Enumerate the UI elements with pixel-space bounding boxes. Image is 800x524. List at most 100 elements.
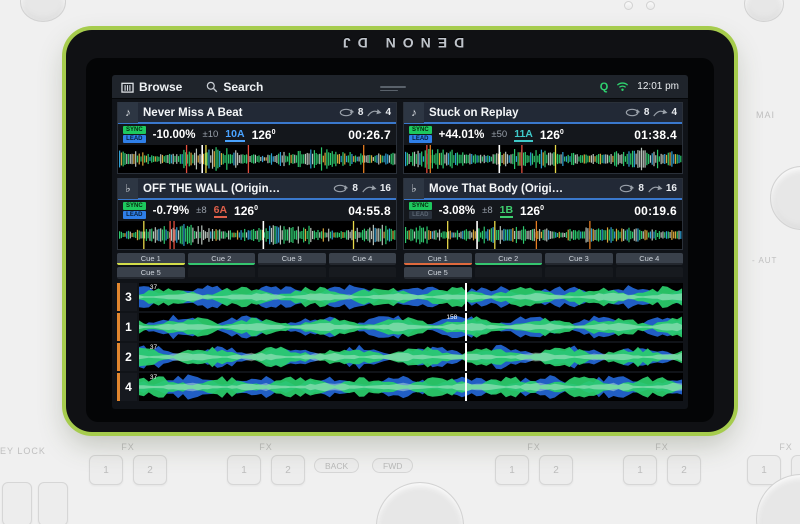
time-readout[interactable]: 00:26.7: [348, 128, 391, 142]
track-title: OFF THE WALL (Origin…: [143, 182, 281, 195]
deck-number-badge[interactable]: 2: [117, 343, 137, 371]
track-waveform-strip[interactable]: [404, 221, 682, 249]
cue-banks: Cue 1 Cue 2 Cue 3 Cue 4 Cue 5 Cue 1 Cue …: [112, 253, 688, 279]
pitch-range[interactable]: ±10: [203, 129, 219, 140]
time-readout[interactable]: 04:55.8: [348, 204, 391, 218]
sync-badge[interactable]: SYNC: [409, 126, 432, 134]
tempo-readout: -3.08%: [438, 204, 476, 217]
deck-number-badge[interactable]: 4: [117, 373, 137, 401]
beat-marker-label: 158: [446, 314, 458, 321]
cue-slot-empty: [545, 267, 613, 279]
fwd-button: FWD: [372, 458, 414, 473]
deck-number-badge[interactable]: 1: [117, 313, 137, 341]
fx-label: FX: [259, 442, 273, 452]
source-note-icon: ♭: [404, 178, 424, 199]
lead-badge[interactable]: LEAD: [123, 211, 146, 219]
beat-jump-icon[interactable]: [647, 184, 663, 193]
sync-badge[interactable]: SYNC: [409, 202, 432, 210]
deck-header[interactable]: ♪ Never Miss A Beat 8 4: [118, 102, 396, 124]
key-readout[interactable]: 6A: [213, 204, 228, 218]
wifi-icon: [617, 82, 629, 91]
deck-header[interactable]: ♪ Stuck on Replay 8 4: [404, 102, 682, 124]
sync-badge[interactable]: SYNC: [123, 126, 146, 134]
beat-jump-length: 16: [665, 183, 677, 194]
cue-button[interactable]: Cue 1: [404, 253, 472, 265]
hardware-knob: [646, 1, 655, 10]
loop-jump-cluster: 8 4: [339, 107, 391, 118]
sync-badge[interactable]: SYNC: [123, 202, 146, 210]
panel-handle-icon[interactable]: [380, 84, 406, 93]
top-bar: Browse Search Q 12:01 pm: [112, 75, 688, 99]
pitch-range[interactable]: ±8: [196, 205, 207, 216]
cue-slot-empty: [258, 267, 326, 279]
overview-waveform[interactable]: 37: [139, 343, 683, 371]
browse-label: Browse: [139, 79, 183, 94]
deck-header[interactable]: ♭ OFF THE WALL (Origin… 8 16: [118, 178, 396, 200]
fx-button-2: 2: [667, 455, 701, 485]
cue-button[interactable]: Cue 3: [258, 253, 326, 265]
quantize-indicator[interactable]: Q: [600, 81, 609, 93]
beat-jump-icon[interactable]: [366, 108, 382, 117]
bpm-readout: 126 0: [539, 127, 564, 142]
bpm-readout: 126 0: [234, 203, 258, 218]
deck-number-badge[interactable]: 3: [117, 283, 137, 311]
lead-badge[interactable]: LEAD: [409, 135, 432, 143]
browse-button[interactable]: Browse: [121, 80, 182, 94]
pitch-range[interactable]: ±8: [482, 205, 493, 216]
cue-bank-left: Cue 1 Cue 2 Cue 3 Cue 4 Cue 5: [117, 253, 396, 279]
playhead: [465, 313, 468, 341]
fx-group-3: FX 1 2: [492, 442, 576, 485]
track-title: Move That Body (Origi…: [429, 182, 564, 195]
cue-button[interactable]: Cue 2: [474, 253, 542, 265]
fx-button-2: 2: [791, 455, 800, 485]
track-waveform-strip[interactable]: [404, 145, 682, 173]
hardware-button: [38, 482, 68, 524]
loop-length: 8: [357, 107, 364, 118]
lead-badge[interactable]: LEAD: [409, 211, 432, 219]
search-button[interactable]: Search: [206, 80, 263, 94]
fx-group-2: FX 1 2: [224, 442, 308, 485]
cue-button[interactable]: Cue 4: [328, 253, 396, 265]
loop-icon[interactable]: [339, 108, 355, 117]
beat-jump-length: 4: [385, 107, 391, 118]
key-lock-label: EY LOCK: [0, 446, 46, 456]
key-readout[interactable]: 10A: [225, 128, 245, 142]
track-waveform-strip[interactable]: [118, 145, 396, 173]
cue-slot-empty: [187, 267, 255, 279]
hardware-knob: [20, 0, 66, 22]
beat-jump-icon[interactable]: [652, 108, 668, 117]
cue-button[interactable]: Cue 4: [615, 253, 683, 265]
cue-button[interactable]: Cue 1: [117, 253, 185, 265]
cue-button[interactable]: Cue 3: [545, 253, 613, 265]
music-note-icon: ♪: [118, 102, 138, 123]
hardware-knob: [624, 1, 633, 10]
time-readout[interactable]: 00:19.6: [634, 204, 677, 218]
cue-button[interactable]: Cue 2: [187, 253, 255, 265]
deck-header[interactable]: ♭ Move That Body (Origi… 8 16: [404, 178, 682, 200]
loop-icon[interactable]: [333, 184, 349, 193]
loop-jump-cluster: 8 16: [333, 183, 391, 194]
denon-device: DENON DJ Browse Search Q 12:01 pm ♪ Neve…: [66, 30, 734, 432]
cue-slot-empty: [328, 267, 396, 279]
overview-row: 1 158: [117, 313, 683, 341]
overview-waveform[interactable]: 37: [139, 283, 683, 311]
touchscreen[interactable]: Browse Search Q 12:01 pm ♪ Never Miss A …: [112, 75, 688, 409]
beat-jump-icon[interactable]: [361, 184, 377, 193]
overview-waveform[interactable]: 37: [139, 373, 683, 401]
overview-waveform[interactable]: 158: [139, 313, 683, 341]
cue-button[interactable]: Cue 5: [404, 267, 472, 279]
fx-button-1: 1: [623, 455, 657, 485]
pitch-range[interactable]: ±50: [491, 129, 507, 140]
key-readout[interactable]: 1B: [499, 204, 514, 218]
lead-badge[interactable]: LEAD: [123, 135, 146, 143]
loop-icon[interactable]: [625, 108, 641, 117]
auto-label: - AUT: [752, 256, 778, 265]
loop-icon[interactable]: [619, 184, 635, 193]
tempo-readout: -0.79%: [152, 204, 190, 217]
cue-button[interactable]: Cue 5: [117, 267, 185, 279]
time-readout[interactable]: 01:38.4: [634, 128, 677, 142]
key-readout[interactable]: 11A: [514, 128, 533, 142]
track-waveform-strip[interactable]: [118, 221, 396, 249]
hardware-knob: [744, 0, 784, 22]
deck-info-row: SYNC LEAD +44.01% ±50 11A 126 0 01:38.4: [404, 124, 682, 145]
